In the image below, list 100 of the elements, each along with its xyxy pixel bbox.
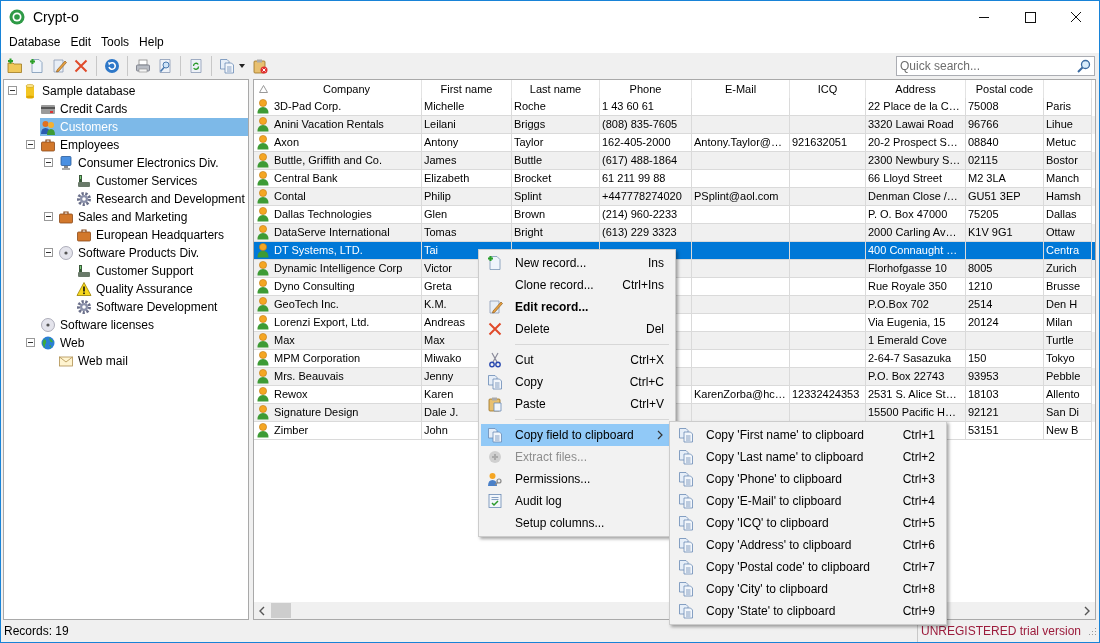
table-cell: Splint bbox=[512, 187, 600, 206]
table-cell: (808) 835-7605 bbox=[600, 115, 692, 134]
table-cell: Brown bbox=[512, 205, 600, 224]
table-cell: 96766 bbox=[966, 115, 1044, 134]
table-cell: Antony.Taylor@… bbox=[692, 133, 790, 152]
table-cell: 20124 bbox=[966, 313, 1044, 332]
table-cell: 150 bbox=[966, 349, 1044, 368]
table-cell: (617) 488-1864 bbox=[600, 151, 692, 170]
shortcut-text: Ctrl+4 bbox=[902, 494, 935, 508]
table-cell: P. O. Box 47000 bbox=[866, 205, 966, 224]
table-cell: 1 Emerald Cove bbox=[866, 331, 966, 350]
table-cell: Elizabeth bbox=[422, 169, 512, 188]
table-cell: 93953 bbox=[966, 367, 1044, 386]
table-cell: Buttle bbox=[512, 151, 600, 170]
table-cell: Dallas bbox=[1044, 205, 1092, 224]
table-cell: (613) 229 3323 bbox=[600, 223, 692, 242]
table-cell: KarenZorba@hc… bbox=[692, 385, 790, 404]
table-cell: Signature Design bbox=[272, 403, 422, 422]
table-cell: Lorenzi Export, Ltd. bbox=[272, 313, 422, 332]
table-cell: 02115 bbox=[966, 151, 1044, 170]
shortcut-text: Ctrl+6 bbox=[902, 538, 935, 552]
shortcut-text: Del bbox=[646, 322, 664, 336]
table-cell: 3320 Lawai Road bbox=[866, 115, 966, 134]
table-cell: Centra bbox=[1044, 241, 1092, 260]
shortcut-text: Ins bbox=[648, 256, 664, 270]
shortcut-text: Ctrl+Ins bbox=[622, 278, 664, 292]
table-cell: 2531 S. Alice St… bbox=[866, 385, 966, 404]
table-cell: Glen bbox=[422, 205, 512, 224]
table-cell: +447778274020 bbox=[600, 187, 692, 206]
table-cell: Brocket bbox=[512, 169, 600, 188]
table-cell: Axon bbox=[272, 133, 422, 152]
table-cell: 1210 bbox=[966, 277, 1044, 296]
table-cell: Michelle bbox=[422, 97, 512, 116]
table-cell: Philip bbox=[422, 187, 512, 206]
table-cell: Zimber bbox=[272, 421, 422, 440]
table-cell: 3D-Pad Corp. bbox=[272, 97, 422, 116]
table-cell: 08840 bbox=[966, 133, 1044, 152]
table-cell: Den H bbox=[1044, 295, 1092, 314]
table-cell: DataServe International bbox=[272, 223, 422, 242]
shortcut-text: Ctrl+2 bbox=[902, 450, 935, 464]
table-cell: Central Bank bbox=[272, 169, 422, 188]
table-cell: 2300 Newbury S… bbox=[866, 151, 966, 170]
table-cell: Paris bbox=[1044, 97, 1092, 116]
table-cell: Rewox bbox=[272, 385, 422, 404]
table-cell: DT Systems, LTD. bbox=[272, 241, 422, 260]
table-cell: Pebble bbox=[1044, 367, 1092, 386]
table-cell: Taylor bbox=[512, 133, 600, 152]
table-cell: Tokyo bbox=[1044, 349, 1092, 368]
table-cell: 75008 bbox=[966, 97, 1044, 116]
table-cell: 66 Lloyd Street bbox=[866, 169, 966, 188]
table-cell: Allento bbox=[1044, 385, 1092, 404]
shortcut-text: Ctrl+3 bbox=[902, 472, 935, 486]
table-cell: Bright bbox=[512, 223, 600, 242]
shortcut-text: Ctrl+5 bbox=[902, 516, 935, 530]
table-cell: Tomas bbox=[422, 223, 512, 242]
table-cell: GU51 3EP bbox=[966, 187, 1044, 206]
shortcut-text: Ctrl+8 bbox=[902, 582, 935, 596]
table-cell: 61 211 99 88 bbox=[600, 169, 692, 188]
table-cell: Briggs bbox=[512, 115, 600, 134]
table-cell: K1V 9G1 bbox=[966, 223, 1044, 242]
table-cell: GeoTech Inc. bbox=[272, 295, 422, 314]
table-cell: Zurich bbox=[1044, 259, 1092, 278]
shortcut-text: Ctrl+X bbox=[630, 353, 664, 367]
table-cell: MPM Corporation bbox=[272, 349, 422, 368]
table-cell: Contal bbox=[272, 187, 422, 206]
table-cell: 2-64-7 Sasazuka bbox=[866, 349, 966, 368]
table-cell: Dynamic Intelligence Corp bbox=[272, 259, 422, 278]
shortcut-text: Ctrl+1 bbox=[902, 428, 935, 442]
table-cell: 18103 bbox=[966, 385, 1044, 404]
table-cell: Bostor bbox=[1044, 151, 1092, 170]
shortcut-text: Ctrl+V bbox=[630, 397, 664, 411]
table-cell: Hamsh bbox=[1044, 187, 1092, 206]
table-cell: Antony bbox=[422, 133, 512, 152]
table-cell: Buttle, Griffith and Co. bbox=[272, 151, 422, 170]
table-cell: Mrs. Beauvais bbox=[272, 367, 422, 386]
table-cell: Dyno Consulting bbox=[272, 277, 422, 296]
table-cell: Metuc bbox=[1044, 133, 1092, 152]
table-cell: Turtle bbox=[1044, 331, 1092, 350]
window-title: Crypt-o bbox=[33, 8, 79, 25]
table-cell: 162-405-2000 bbox=[600, 133, 692, 152]
table-cell: 12332424353 bbox=[790, 385, 866, 404]
table-cell: P.O.Box 702 bbox=[866, 295, 966, 314]
table-cell: Florhofgasse 10 bbox=[866, 259, 966, 278]
table-cell: San Di bbox=[1044, 403, 1092, 422]
table-cell: Dallas Technologies bbox=[272, 205, 422, 224]
table-cell: PSplint@aol.com bbox=[692, 187, 790, 206]
table-cell: Manch bbox=[1044, 169, 1092, 188]
record-count: Records: 19 bbox=[4, 624, 69, 638]
table-cell: Lihue bbox=[1044, 115, 1092, 134]
table-cell: 22 Place de la C… bbox=[866, 97, 966, 116]
shortcut-text: Ctrl+9 bbox=[902, 604, 935, 618]
table-cell: 75205 bbox=[966, 205, 1044, 224]
table-cell: Milan bbox=[1044, 313, 1092, 332]
table-cell: 1 43 60 61 bbox=[600, 97, 692, 116]
table-cell: (214) 960-2233 bbox=[600, 205, 692, 224]
shortcut-text: Ctrl+7 bbox=[902, 560, 935, 574]
table-cell: 921632051 bbox=[790, 133, 866, 152]
table-cell: Rue Royale 350 bbox=[866, 277, 966, 296]
table-cell: 8005 bbox=[966, 259, 1044, 278]
table-cell: 92121 bbox=[966, 403, 1044, 422]
